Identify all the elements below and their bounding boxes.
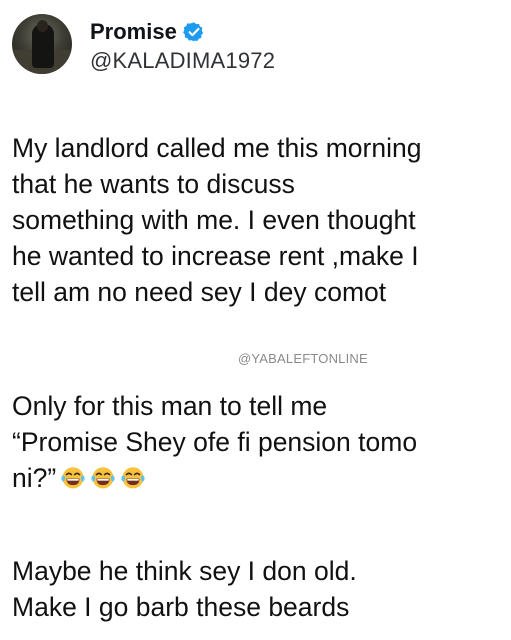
- verified-badge-icon: [182, 22, 203, 42]
- author-name[interactable]: Promise: [90, 19, 177, 45]
- face-with-tears-of-joy-icon: [91, 467, 115, 489]
- author-handle[interactable]: @KALADIMA1972: [90, 48, 275, 74]
- post-line-with-emojis: ni?”: [12, 460, 504, 496]
- post-line: Only for this man to tell me: [12, 391, 328, 421]
- post-paragraph-2: Only for this man to tell me “Promise Sh…: [12, 388, 504, 496]
- post-paragraph-3: Maybe he think sey I don old. Make I go …: [12, 553, 504, 625]
- post-line: Maybe he think sey I don old.: [12, 556, 357, 586]
- watermark: @YABALEFTONLINE: [238, 351, 368, 366]
- avatar-person-head: [37, 20, 48, 32]
- post-paragraph-1: My landlord called me this morning that …: [12, 130, 504, 310]
- avatar[interactable]: [12, 14, 72, 74]
- post-line: My landlord called me this morning: [12, 133, 422, 163]
- face-with-tears-of-joy-icon: [121, 467, 145, 489]
- post-line: Make I go barb these beards: [12, 592, 350, 622]
- post-line: “Promise Shey ofe fi pension tomo: [12, 427, 418, 457]
- post-line: something with me. I even thought: [12, 205, 416, 235]
- post-header: Promise @KALADIMA1972: [12, 14, 502, 76]
- face-with-tears-of-joy-icon: [61, 467, 85, 489]
- post-line: tell am no need sey I dey comot: [12, 277, 387, 307]
- post-line-text: ni?”: [12, 463, 57, 493]
- post-line: he wanted to increase rent ,make I: [12, 241, 419, 271]
- post-line: that he wants to discuss: [12, 169, 295, 199]
- author-name-row: Promise: [90, 17, 205, 47]
